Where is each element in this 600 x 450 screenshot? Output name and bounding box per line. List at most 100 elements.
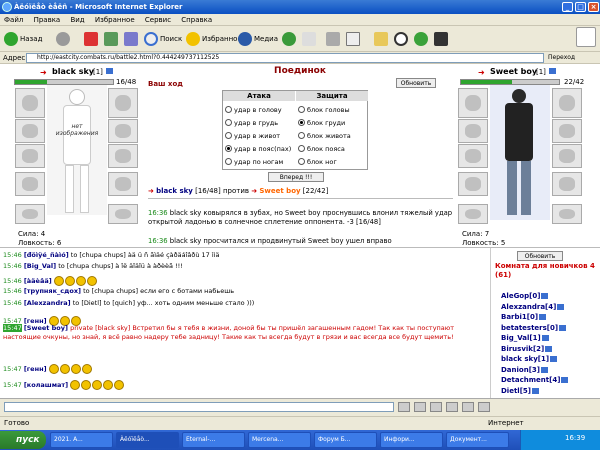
belt-slot[interactable]	[15, 172, 45, 196]
info-icon[interactable]	[106, 68, 113, 74]
room-user[interactable]: betatesters[0]	[501, 324, 567, 332]
chat-message-input[interactable]	[4, 402, 394, 412]
attack-option[interactable]: удар в пояс(пах)	[225, 142, 295, 155]
armor-slot[interactable]	[458, 119, 488, 143]
refresh-button[interactable]	[104, 30, 120, 48]
shield-slot[interactable]	[108, 144, 138, 168]
chat-nick[interactable]: [трупняк_сдох]	[24, 287, 81, 295]
gloves-slot[interactable]	[552, 119, 582, 143]
info-icon[interactable]	[559, 324, 567, 331]
radio-icon[interactable]	[225, 132, 232, 139]
chat-nick[interactable]: [Big_Val]	[24, 262, 56, 270]
clear-icon[interactable]	[414, 402, 426, 412]
address-input[interactable]: http://eastcity.combats.ru/battle2.html?…	[26, 53, 544, 63]
icq-button[interactable]	[414, 30, 430, 48]
stop-button[interactable]	[84, 30, 100, 48]
armor-slot[interactable]	[15, 119, 45, 143]
belt-slot[interactable]	[458, 172, 488, 196]
home-button[interactable]	[124, 30, 140, 48]
print-button[interactable]	[326, 30, 342, 48]
send-icon[interactable]	[398, 402, 410, 412]
chat-nick[interactable]: [колашмат]	[24, 381, 68, 389]
room-user[interactable]: Birusvik[2]	[501, 345, 553, 353]
shield-slot[interactable]	[552, 144, 582, 168]
media-button[interactable]: Медиа	[238, 30, 278, 48]
radio-icon[interactable]	[225, 106, 232, 113]
folder-button[interactable]	[374, 30, 390, 48]
boots-slot-2[interactable]	[108, 204, 138, 224]
settings-icon[interactable]	[478, 402, 490, 412]
radio-selected-icon[interactable]	[225, 145, 232, 152]
favorites-button[interactable]: Избранное	[186, 30, 242, 48]
ring-slot[interactable]	[108, 88, 138, 118]
room-user[interactable]: Danion[3]	[501, 366, 548, 374]
chat-nick[interactable]: [Alexzandra]	[24, 299, 71, 307]
smile-icon[interactable]	[446, 402, 458, 412]
mail-button[interactable]	[302, 30, 318, 48]
taskbar-item[interactable]: Инфори...	[380, 432, 443, 448]
info-icon[interactable]	[545, 345, 553, 352]
info-icon[interactable]	[541, 335, 549, 341]
forward-button[interactable]: Вперед !!!	[268, 172, 324, 182]
room-user[interactable]: Alexzandra[4]	[501, 303, 565, 311]
chat-nick[interactable]: [đöìÿé_ñàìó]	[24, 251, 69, 259]
menu-view[interactable]: Вид	[70, 16, 84, 24]
minimize-button[interactable]: _	[562, 2, 573, 12]
boots-slot[interactable]	[15, 204, 45, 224]
radio-icon[interactable]	[298, 158, 305, 165]
chat-nick[interactable]: [Sweet boy]	[24, 324, 68, 332]
chat-nick[interactable]: [àäèâä]	[24, 277, 52, 285]
room-user[interactable]: black sky[1]	[501, 355, 558, 363]
menu-edit[interactable]: Правка	[34, 16, 61, 24]
taskbar-item[interactable]: Àëóïëåò...	[116, 432, 179, 448]
chat-nick[interactable]: [генн]	[24, 365, 47, 373]
info-icon[interactable]	[531, 387, 539, 394]
radio-icon[interactable]	[298, 145, 305, 152]
at-button[interactable]	[394, 30, 410, 48]
info-icon[interactable]	[557, 303, 565, 310]
weapon-slot[interactable]	[15, 144, 45, 168]
attack-option[interactable]: удар по ногам	[225, 155, 295, 168]
forward-button[interactable]	[56, 30, 72, 48]
room-user[interactable]: Barbi1[0]	[501, 313, 547, 321]
defense-option[interactable]: блок ног	[298, 155, 368, 168]
taskbar-item[interactable]: Eternal-...	[182, 432, 245, 448]
menu-help[interactable]: Справка	[181, 16, 212, 24]
search-button[interactable]: Поиск	[144, 30, 182, 48]
room-user[interactable]: AleGop[0]	[501, 292, 549, 300]
helmet-slot[interactable]	[458, 88, 488, 118]
leggings-slot[interactable]	[552, 172, 582, 196]
defense-option[interactable]: блок груди	[298, 116, 368, 129]
radio-icon[interactable]	[298, 106, 305, 113]
defense-option[interactable]: блок пояса	[298, 142, 368, 155]
radio-icon[interactable]	[298, 132, 305, 139]
info-icon[interactable]	[541, 293, 549, 299]
room-user[interactable]: Dietl[5]	[501, 387, 539, 395]
leggings-slot[interactable]	[108, 172, 138, 196]
go-button[interactable]: Переход	[548, 52, 575, 64]
history-button[interactable]	[282, 30, 298, 48]
room-user[interactable]: Big_Val[1]	[501, 334, 549, 342]
back-button[interactable]: Назад	[4, 30, 42, 48]
edit-button[interactable]	[346, 30, 362, 48]
info-icon[interactable]	[561, 377, 569, 383]
start-button[interactable]: пуск	[0, 431, 46, 449]
info-icon[interactable]	[540, 366, 548, 373]
room-refresh-button[interactable]: Обновить	[517, 251, 563, 261]
maximize-button[interactable]: □	[575, 2, 586, 12]
radio-icon[interactable]	[225, 158, 232, 165]
defense-option[interactable]: блок головы	[298, 103, 368, 116]
menu-tools[interactable]: Сервис	[145, 16, 171, 24]
info-icon[interactable]	[539, 314, 547, 320]
boots-slot[interactable]	[458, 204, 488, 224]
menu-file[interactable]: Файл	[4, 16, 23, 24]
taskbar-item[interactable]: 2021. A...	[50, 432, 113, 448]
radio-selected-icon[interactable]	[298, 119, 305, 126]
close-button[interactable]: ×	[588, 2, 599, 12]
ring-slot[interactable]	[552, 88, 582, 118]
radio-icon[interactable]	[225, 119, 232, 126]
helmet-slot[interactable]	[15, 88, 45, 118]
battle-refresh-button[interactable]: Обновить	[396, 78, 436, 88]
menu-favorites[interactable]: Избранное	[95, 16, 135, 24]
info-icon[interactable]	[549, 68, 556, 74]
